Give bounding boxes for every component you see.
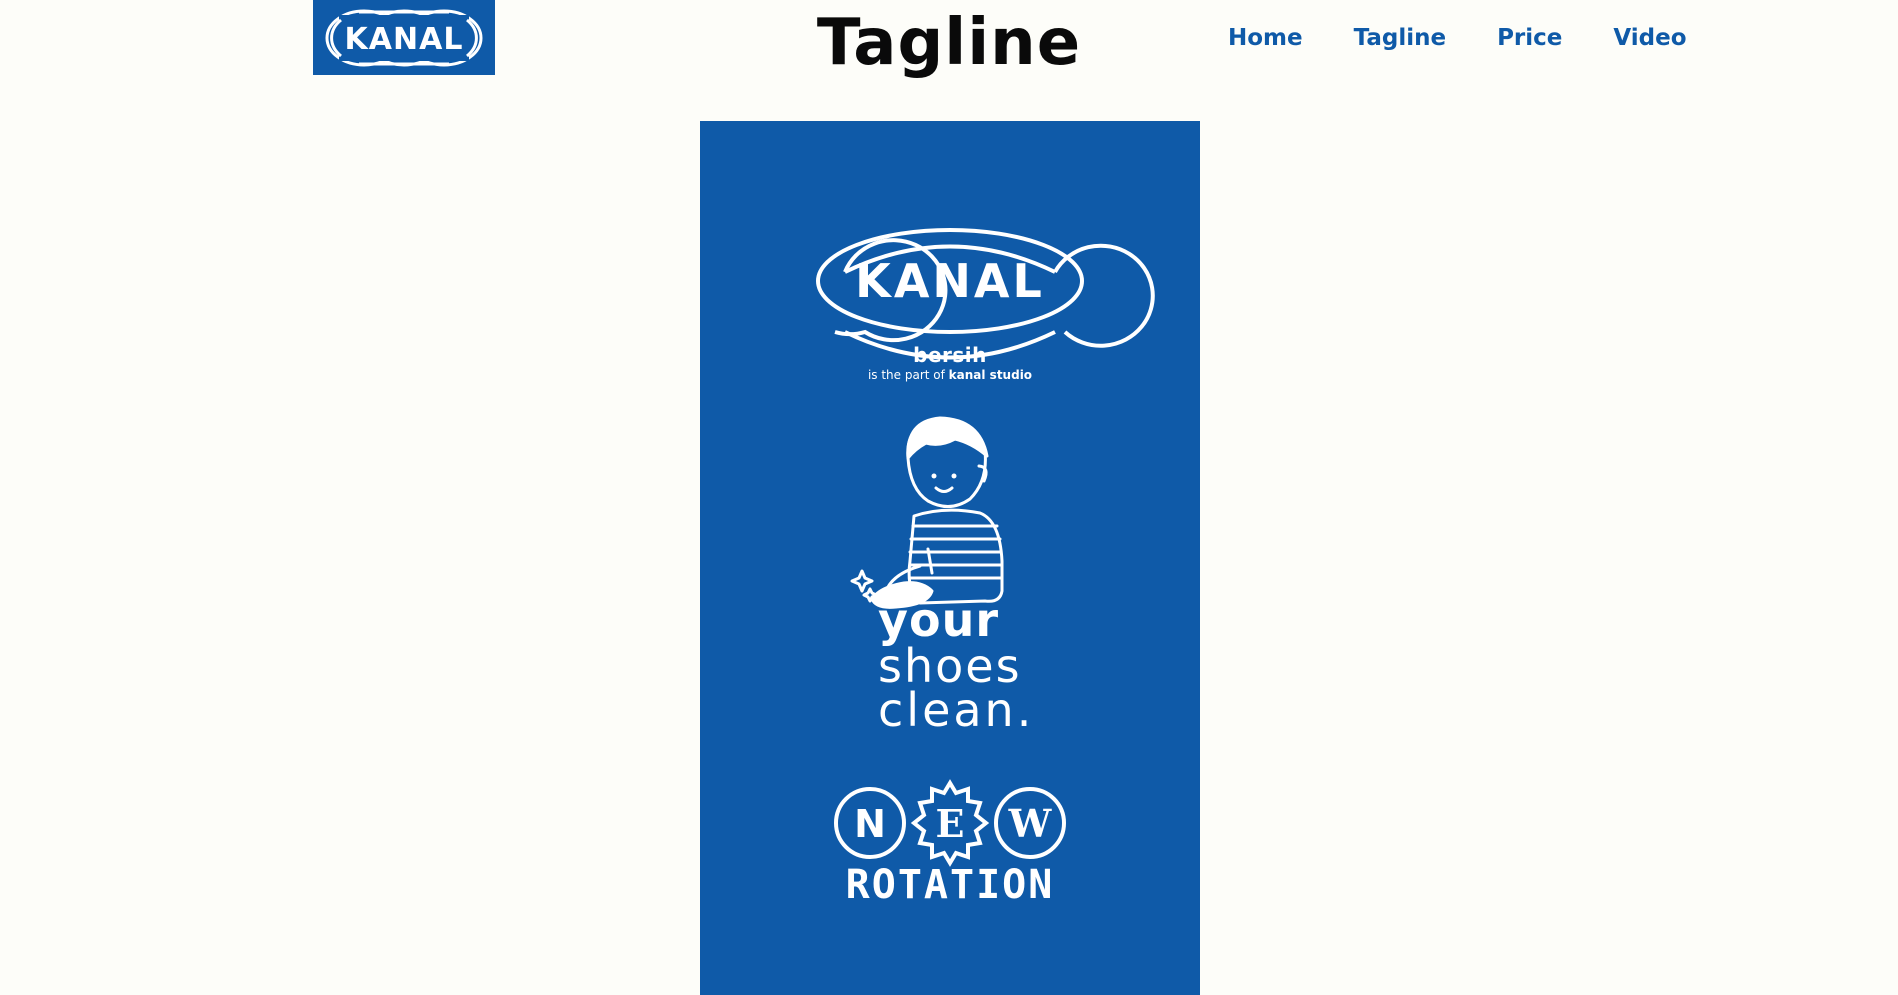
tagline-poster: KANAL N E W bersih is the part of kanal … (700, 121, 1200, 995)
rotation-text: ROTATION (845, 862, 1055, 908)
kanal-logo-icon: KANAL (325, 9, 483, 66)
main-nav: Home Tagline Price Video (1228, 20, 1687, 56)
poster-part-brand: kanal studio (948, 368, 1033, 382)
logo-text: KANAL (345, 22, 464, 57)
nav-home[interactable]: Home (1228, 20, 1303, 56)
poster-bersih: bersih (913, 343, 987, 367)
poster-brand: KANAL (855, 254, 1045, 308)
nav-tagline[interactable]: Tagline (1354, 20, 1446, 56)
nav-price[interactable]: Price (1497, 20, 1562, 56)
shoe-cleaning-boy-illustration-icon (850, 416, 1004, 609)
header-logo[interactable]: KANAL (313, 0, 495, 75)
nav-video[interactable]: Video (1613, 20, 1686, 56)
badge-e: E (936, 801, 965, 846)
page: KANAL Tagline Home Tagline Price Video K… (0, 0, 1898, 995)
poster-part-prefix: is the part of (867, 368, 945, 382)
poster-part-line: is the part of kanal studio (700, 368, 1200, 382)
tagline-line-3: clean. (878, 683, 1035, 737)
tagline-line-1: your (878, 593, 1000, 647)
page-title: Tagline (816, 6, 1082, 80)
badge-w: W (1008, 801, 1053, 846)
badge-n: N (854, 802, 886, 846)
